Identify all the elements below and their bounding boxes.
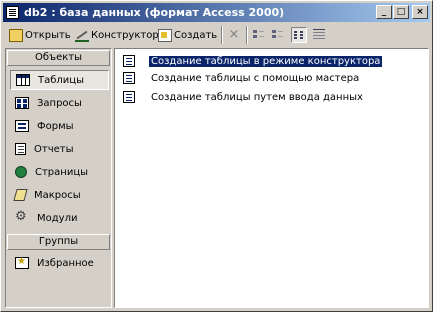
- toolbar-separator: [246, 26, 248, 44]
- list-icon: [294, 30, 306, 40]
- sidebar-item-label: Запросы: [37, 97, 82, 109]
- design-label: Конструктор: [91, 29, 159, 41]
- large-icons-icon: [253, 29, 265, 39]
- sidebar-item-tables[interactable]: Таблицы: [10, 70, 109, 90]
- open-folder-icon: [9, 28, 23, 42]
- sidebar-item-label: Таблицы: [38, 74, 84, 86]
- list-view-button[interactable]: [291, 27, 307, 43]
- design-button[interactable]: Конструктор: [75, 26, 159, 44]
- page-icon: [15, 166, 27, 178]
- sidebar-item-label: Страницы: [35, 166, 89, 178]
- database-window: db2 : база данных (формат Access 2000) _…: [0, 0, 433, 312]
- query-icon: [15, 97, 29, 109]
- new-object-icon: [158, 28, 172, 42]
- maximize-button[interactable]: □: [393, 5, 409, 19]
- macro-icon: [13, 189, 28, 201]
- module-icon: [15, 209, 29, 224]
- new-button[interactable]: Создать: [158, 26, 217, 44]
- details-icon: [313, 29, 325, 39]
- table-icon: [16, 74, 30, 86]
- sidebar-item-label: Отчеты: [34, 143, 74, 155]
- delete-button[interactable]: ×: [226, 27, 242, 43]
- sidebar-item-forms[interactable]: Формы: [10, 116, 109, 136]
- open-button[interactable]: Открыть: [9, 26, 71, 44]
- list-item[interactable]: Создание таблицы путем ввода данных: [123, 89, 365, 105]
- sidebar-item-favorites[interactable]: Избранное: [10, 253, 109, 273]
- create-table-icon: [123, 72, 135, 84]
- toolbar: Открыть Конструктор Создать ×: [3, 24, 430, 46]
- close-button[interactable]: ×: [412, 5, 428, 19]
- list-item[interactable]: Создание таблицы в режиме конструктора: [123, 53, 384, 69]
- list-item-label: Создание таблицы в режиме конструктора: [147, 54, 384, 68]
- large-icons-view-button[interactable]: [251, 27, 267, 43]
- sidebar-item-label: Модули: [37, 212, 78, 224]
- create-table-icon: [123, 55, 135, 67]
- open-label: Открыть: [25, 29, 71, 41]
- groups-header[interactable]: Группы: [7, 234, 110, 250]
- title-bar[interactable]: db2 : база данных (формат Access 2000) _…: [3, 3, 430, 22]
- small-icons-icon: [272, 29, 284, 39]
- database-icon: [6, 6, 19, 19]
- sidebar-item-queries[interactable]: Запросы: [10, 93, 109, 113]
- create-table-icon: [123, 91, 135, 103]
- favorites-icon: [15, 256, 29, 269]
- sidebar-item-reports[interactable]: Отчеты: [10, 139, 109, 159]
- objects-list: Создание таблицы в режиме конструктора С…: [114, 48, 429, 308]
- form-icon: [15, 120, 29, 132]
- sidebar-item-pages[interactable]: Страницы: [10, 162, 109, 182]
- toolbar-separator: [221, 26, 223, 44]
- list-item[interactable]: Создание таблицы с помощью мастера: [123, 70, 361, 86]
- sidebar-item-label: Избранное: [37, 257, 94, 269]
- minimize-button[interactable]: _: [376, 5, 392, 19]
- sidebar-item-macros[interactable]: Макросы: [10, 185, 109, 205]
- list-item-label: Создание таблицы с помощью мастера: [151, 72, 360, 84]
- small-icons-view-button[interactable]: [270, 27, 286, 43]
- new-label: Создать: [174, 29, 218, 41]
- sidebar-item-label: Формы: [37, 120, 74, 132]
- objects-header[interactable]: Объекты: [7, 50, 110, 66]
- details-view-button[interactable]: [311, 27, 327, 43]
- objects-bar: Объекты Таблицы Запросы Формы Отчеты Стр…: [5, 48, 112, 308]
- window-title: db2 : база данных (формат Access 2000): [24, 6, 285, 19]
- list-item-label: Создание таблицы путем ввода данных: [151, 91, 363, 103]
- design-ruler-icon: [75, 29, 89, 42]
- sidebar-item-modules[interactable]: Модули: [10, 208, 109, 228]
- report-icon: [15, 143, 26, 155]
- sidebar-item-label: Макросы: [34, 189, 81, 201]
